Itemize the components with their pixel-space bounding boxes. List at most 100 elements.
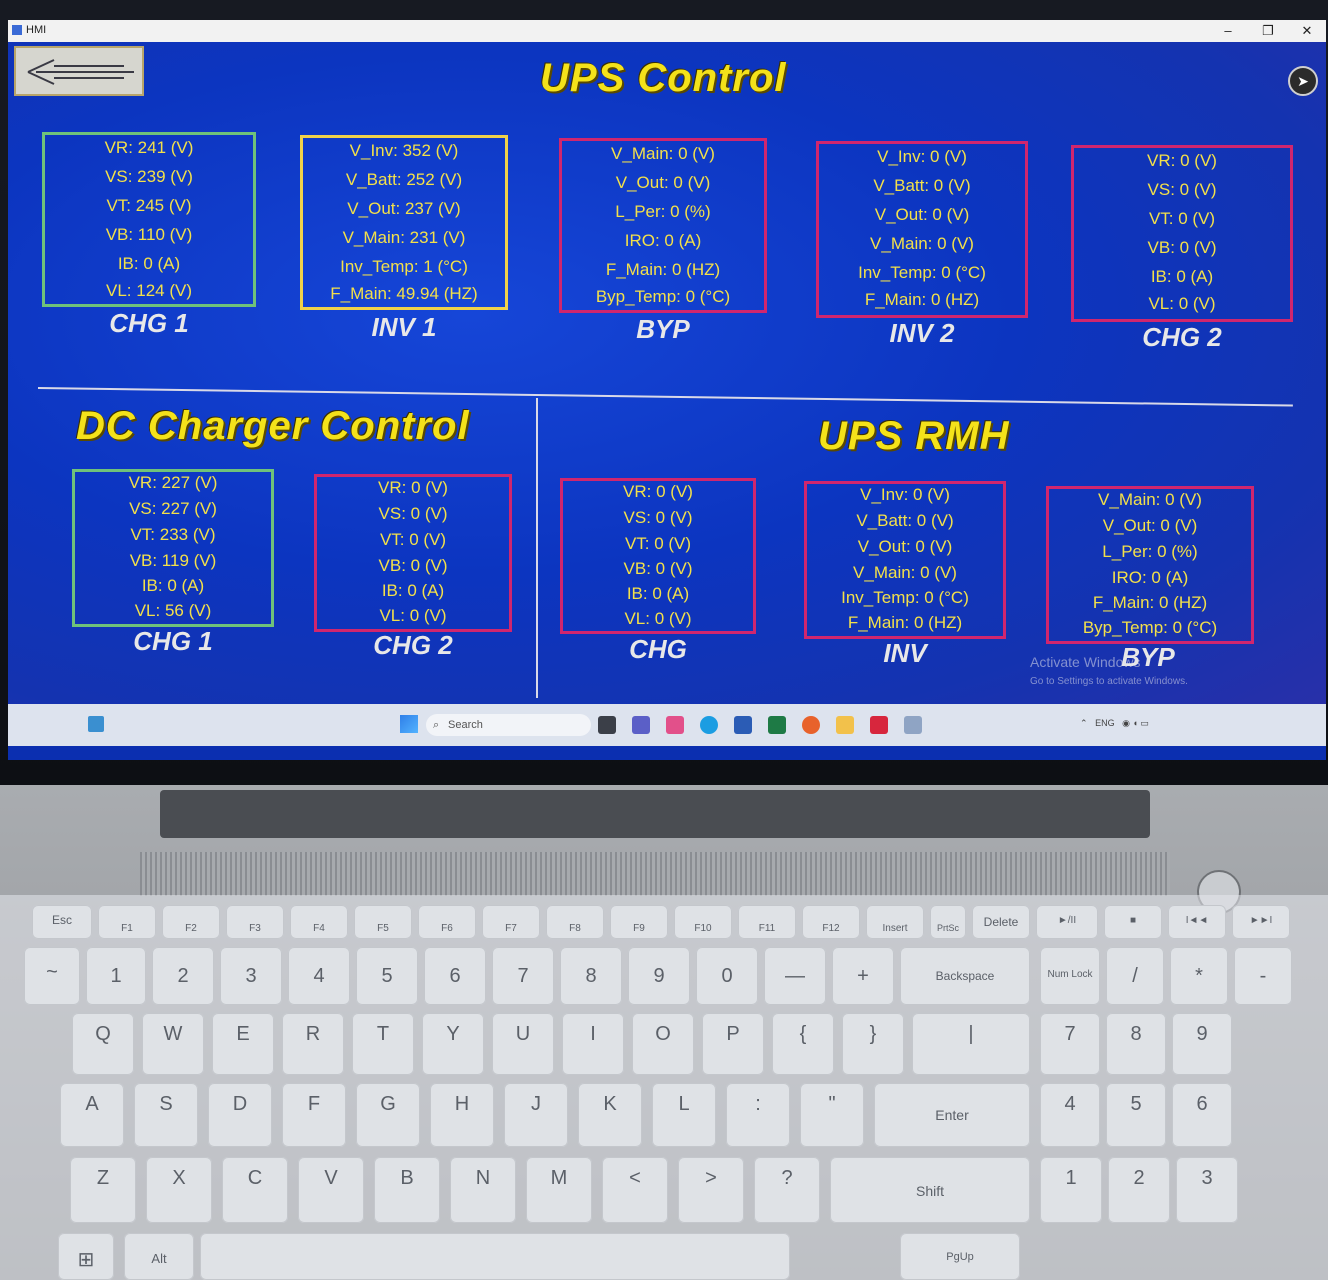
key-plus[interactable]: + [832,947,894,1005]
key-r[interactable]: R [282,1013,344,1075]
key-num-5[interactable]: 5 [1106,1083,1166,1147]
language-indicator[interactable]: ENG [1095,718,1115,728]
key-p[interactable]: P [702,1013,764,1075]
cursor-icon[interactable]: ➤ [1288,66,1318,96]
key-prev-track[interactable]: I◄◄ [1168,905,1226,939]
key-e[interactable]: E [212,1013,274,1075]
key-enter[interactable]: Enter [874,1083,1030,1147]
key-w[interactable]: W [142,1013,204,1075]
key-c[interactable]: C [222,1157,288,1223]
key-f8[interactable]: F8 [546,905,604,939]
key-v[interactable]: V [298,1157,364,1223]
key-backspace[interactable]: Backspace [900,947,1030,1005]
key-9[interactable]: 9 [628,947,690,1005]
key-8[interactable]: 8 [560,947,622,1005]
key-bracket-right[interactable]: } [842,1013,904,1075]
key-x[interactable]: X [146,1157,212,1223]
key-shift[interactable]: Shift [830,1157,1030,1223]
firefox-icon[interactable] [802,716,820,734]
key-num-2[interactable]: 2 [1108,1157,1170,1223]
maximize-button[interactable]: ❐ [1253,22,1283,40]
key-pgup[interactable]: PgUp [900,1233,1020,1280]
widgets-icon[interactable] [88,716,104,732]
key-next-track[interactable]: ►►I [1232,905,1290,939]
key-y[interactable]: Y [422,1013,484,1075]
key-h[interactable]: H [430,1083,494,1147]
key-n[interactable]: N [450,1157,516,1223]
key-f7[interactable]: F7 [482,905,540,939]
back-button[interactable] [14,46,144,96]
key-2[interactable]: 2 [152,947,214,1005]
system-tray[interactable]: ⌃ ENG ◉ ◖ ▭ [1080,718,1149,729]
network-icon[interactable]: ◉ [1122,718,1130,728]
key-3[interactable]: 3 [220,947,282,1005]
word-icon[interactable] [734,716,752,734]
key-f9[interactable]: F9 [610,905,668,939]
hmi-app-icon[interactable] [904,716,922,734]
key-num-6[interactable]: 6 [1172,1083,1232,1147]
key-5[interactable]: 5 [356,947,418,1005]
key-f10[interactable]: F10 [674,905,732,939]
key-period[interactable]: > [678,1157,744,1223]
key-i[interactable]: I [562,1013,624,1075]
key-num-3[interactable]: 3 [1176,1157,1238,1223]
teams-icon[interactable] [632,716,650,734]
key-bracket-left[interactable]: { [772,1013,834,1075]
key-slash[interactable]: ? [754,1157,820,1223]
key-num-minus[interactable]: - [1234,947,1292,1005]
key-insert[interactable]: Insert [866,905,924,939]
tray-chevron-icon[interactable]: ⌃ [1080,718,1088,728]
key-f6[interactable]: F6 [418,905,476,939]
key-f4[interactable]: F4 [290,905,348,939]
key-tilde[interactable]: ~ [24,947,80,1005]
key-o[interactable]: O [632,1013,694,1075]
key-f1[interactable]: F1 [98,905,156,939]
battery-icon[interactable]: ▭ [1140,718,1149,728]
key-play-pause[interactable]: ►/II [1036,905,1098,939]
app-icon[interactable] [870,716,888,734]
key-0[interactable]: 0 [696,947,758,1005]
key-esc[interactable]: Esc [32,905,92,939]
key-b[interactable]: B [374,1157,440,1223]
key-s[interactable]: S [134,1083,198,1147]
key-num-8[interactable]: 8 [1106,1013,1166,1075]
key-num-4[interactable]: 4 [1040,1083,1100,1147]
key-d[interactable]: D [208,1083,272,1147]
key-prtsc[interactable]: PrtSc [930,905,966,939]
key-u[interactable]: U [492,1013,554,1075]
key-j[interactable]: J [504,1083,568,1147]
clock[interactable] [1193,713,1195,724]
key-f11[interactable]: F11 [738,905,796,939]
key-num-1[interactable]: 1 [1040,1157,1102,1223]
key-z[interactable]: Z [70,1157,136,1223]
key-f3[interactable]: F3 [226,905,284,939]
key-6[interactable]: 6 [424,947,486,1005]
key-num-multiply[interactable]: * [1170,947,1228,1005]
key-alt[interactable]: Alt [124,1233,194,1280]
key-1[interactable]: 1 [86,947,146,1005]
copilot-icon[interactable] [666,716,684,734]
file-explorer-icon[interactable] [836,716,854,734]
key-f5[interactable]: F5 [354,905,412,939]
key-a[interactable]: A [60,1083,124,1147]
key-comma[interactable]: < [602,1157,668,1223]
key-semicolon[interactable]: : [726,1083,790,1147]
excel-icon[interactable] [768,716,786,734]
key-numlock[interactable]: Num Lock [1040,947,1100,1005]
key-delete[interactable]: Delete [972,905,1030,939]
task-view-icon[interactable] [598,716,616,734]
edge-icon[interactable] [700,716,718,734]
key-backslash[interactable]: | [912,1013,1030,1075]
key-k[interactable]: K [578,1083,642,1147]
key-quote[interactable]: " [800,1083,864,1147]
taskbar-search[interactable]: ⌕ Search [426,714,591,736]
key-f12[interactable]: F12 [802,905,860,939]
key-num-divide[interactable]: / [1106,947,1164,1005]
key-f[interactable]: F [282,1083,346,1147]
windows-start-icon[interactable] [400,715,418,733]
key-f2[interactable]: F2 [162,905,220,939]
key-g[interactable]: G [356,1083,420,1147]
key-4[interactable]: 4 [288,947,350,1005]
key-minus[interactable]: — [764,947,826,1005]
key-num-9[interactable]: 9 [1172,1013,1232,1075]
